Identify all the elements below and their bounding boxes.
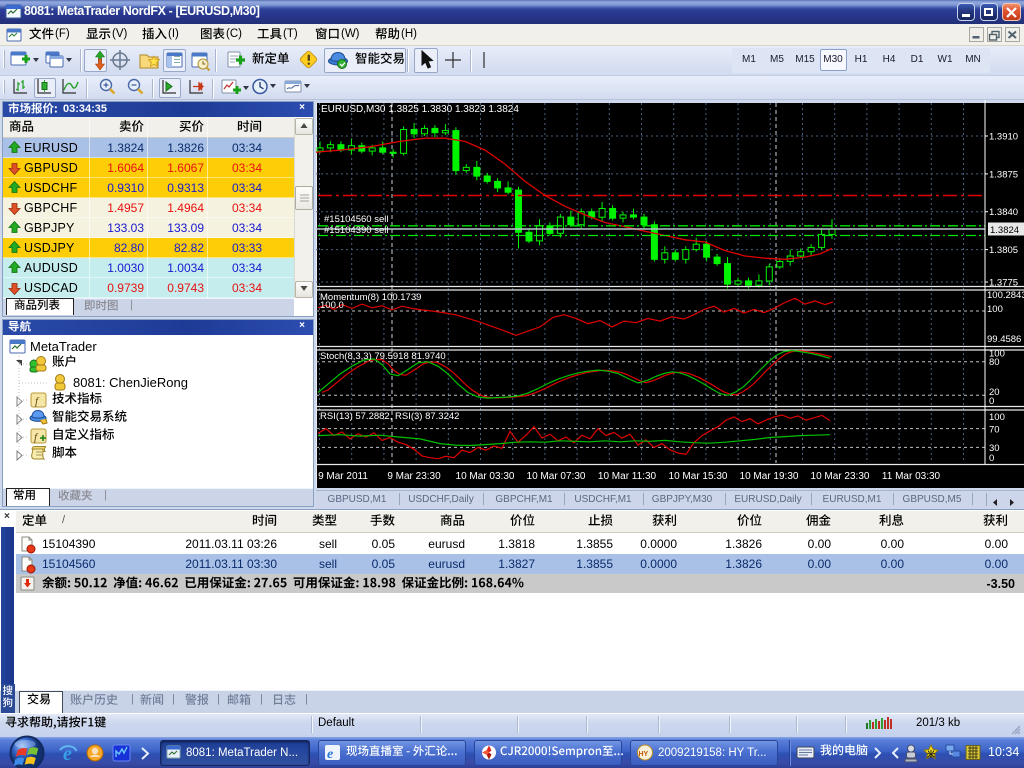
svg-text:e: e (327, 747, 333, 762)
svg-text:米: 米 (926, 749, 936, 759)
svg-text:HY: HY (639, 751, 649, 758)
